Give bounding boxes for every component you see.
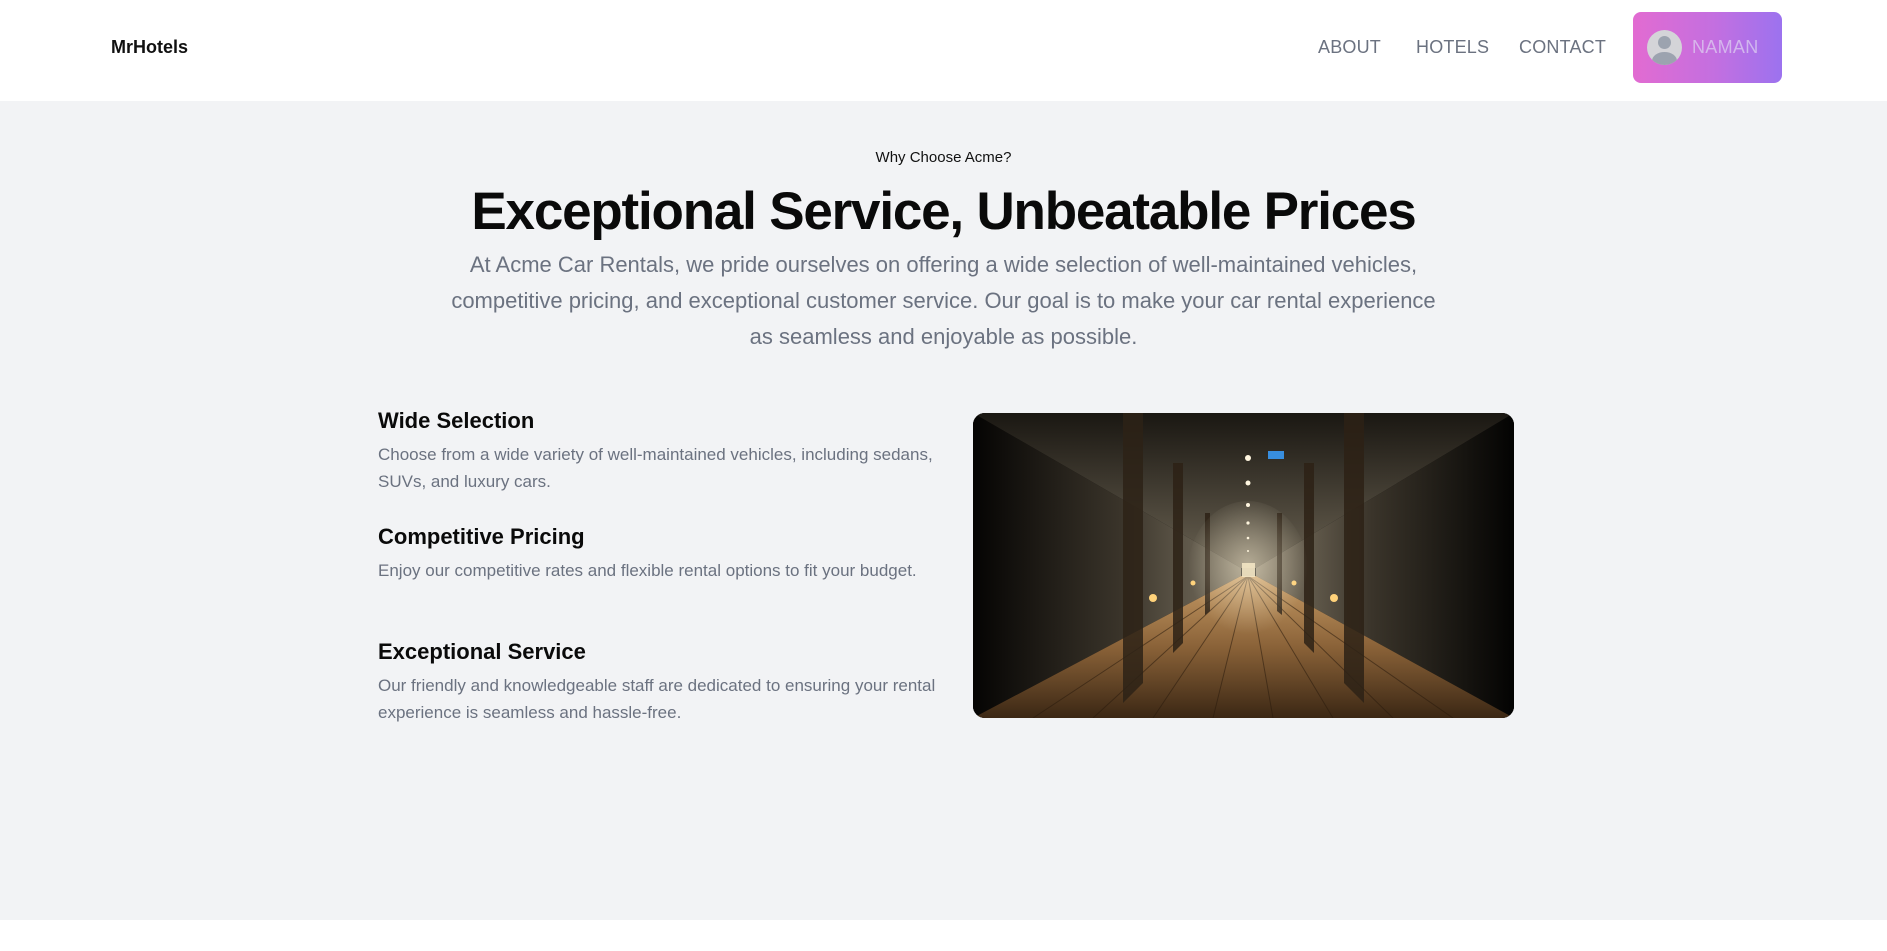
feature-description: Enjoy our competitive rates and flexible… — [378, 561, 917, 580]
feature-title: Competitive Pricing — [378, 524, 585, 549]
section-eyebrow: Why Choose Acme? — [875, 149, 1012, 166]
user-menu-button[interactable]: NAMAN — [1633, 12, 1782, 83]
hotel-corridor-image — [973, 413, 1514, 718]
navbar: MrHotels ABOUT HOTELS CONTACT NAMAN — [0, 0, 1887, 101]
feature-description: Choose from a wide variety of well-maint… — [378, 445, 933, 491]
feature-description: Our friendly and knowledgeable staff are… — [378, 676, 936, 722]
user-name: NAMAN — [1692, 37, 1759, 57]
feature-competitive-pricing: Competitive Pricing Enjoy our competitiv… — [378, 523, 938, 584]
section-description: At Acme Car Rentals, we pride ourselves … — [451, 252, 1436, 349]
feature-exceptional-service: Exceptional Service Our friendly and kno… — [378, 638, 938, 726]
nav-about-link[interactable]: ABOUT — [1318, 37, 1381, 58]
user-avatar-icon — [1647, 30, 1682, 65]
why-choose-section: Why Choose Acme? Exceptional Service, Un… — [0, 101, 1887, 920]
feature-title: Wide Selection — [378, 408, 535, 433]
feature-wide-selection: Wide Selection Choose from a wide variet… — [378, 407, 938, 495]
section-title: Exceptional Service, Unbeatable Prices — [471, 182, 1416, 241]
brand-logo[interactable]: MrHotels — [111, 37, 188, 58]
feature-title: Exceptional Service — [378, 639, 586, 664]
nav-contact-link[interactable]: CONTACT — [1519, 37, 1606, 58]
nav-hotels-link[interactable]: HOTELS — [1416, 37, 1489, 58]
